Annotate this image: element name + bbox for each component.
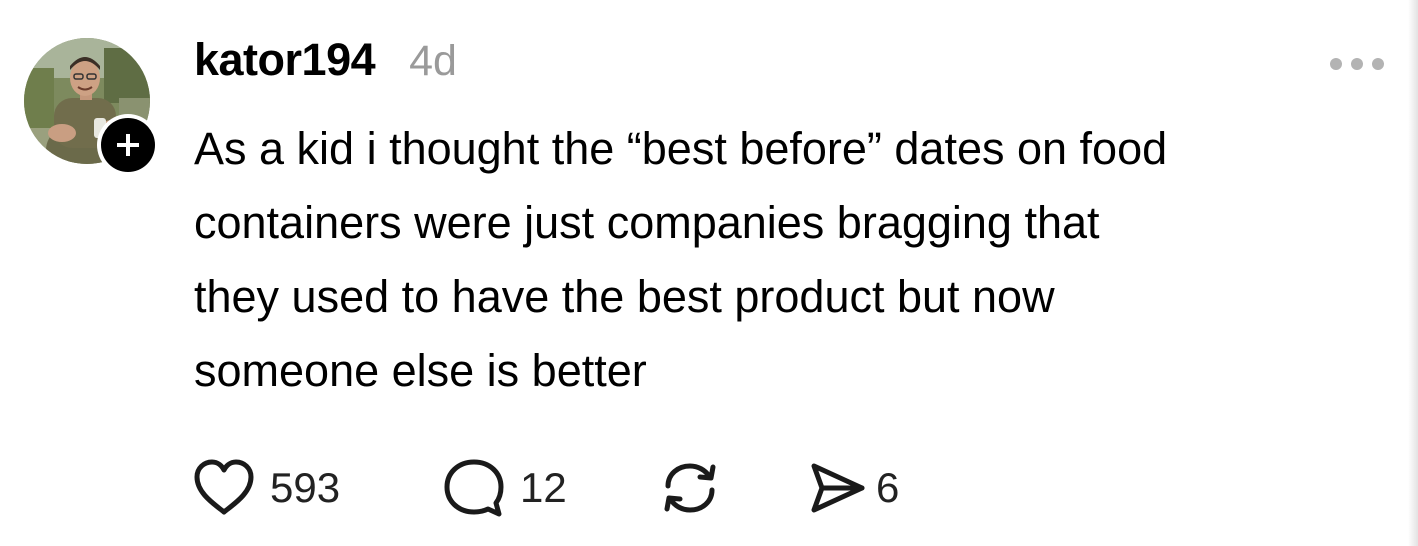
post-body: As a kid i thought the “best before” dat… (194, 112, 1404, 408)
reply-count: 12 (520, 464, 567, 511)
like-count: 593 (270, 464, 341, 511)
post-body-line: containers were just companies bragging … (194, 197, 1100, 248)
reply-button[interactable]: 12 (442, 456, 567, 520)
more-options-button[interactable] (1326, 50, 1390, 78)
follow-button[interactable] (97, 114, 159, 176)
post-header: kator194 4d (194, 34, 457, 86)
share-button[interactable]: 6 (808, 456, 899, 520)
like-button[interactable]: 593 (192, 456, 340, 520)
more-horizontal-icon (1330, 58, 1384, 70)
plus-icon (117, 134, 139, 156)
username[interactable]: kator194 (194, 34, 376, 86)
post-actions: 593 12 6 (192, 456, 952, 520)
repost-button[interactable] (658, 456, 722, 520)
speech-bubble-icon (444, 459, 504, 517)
send-icon (811, 463, 865, 513)
scroll-edge (1408, 0, 1418, 546)
share-count: 6 (876, 464, 900, 511)
heart-icon (194, 459, 254, 515)
post-body-line: As a kid i thought the “best before” dat… (194, 123, 1168, 174)
thread-post: kator194 4d As a kid i thought the “best… (0, 0, 1418, 546)
post-body-line: they used to have the best product but n… (194, 271, 1055, 322)
repost-icon (664, 463, 716, 513)
post-body-line: someone else is better (194, 345, 647, 396)
post-timestamp[interactable]: 4d (409, 37, 457, 86)
